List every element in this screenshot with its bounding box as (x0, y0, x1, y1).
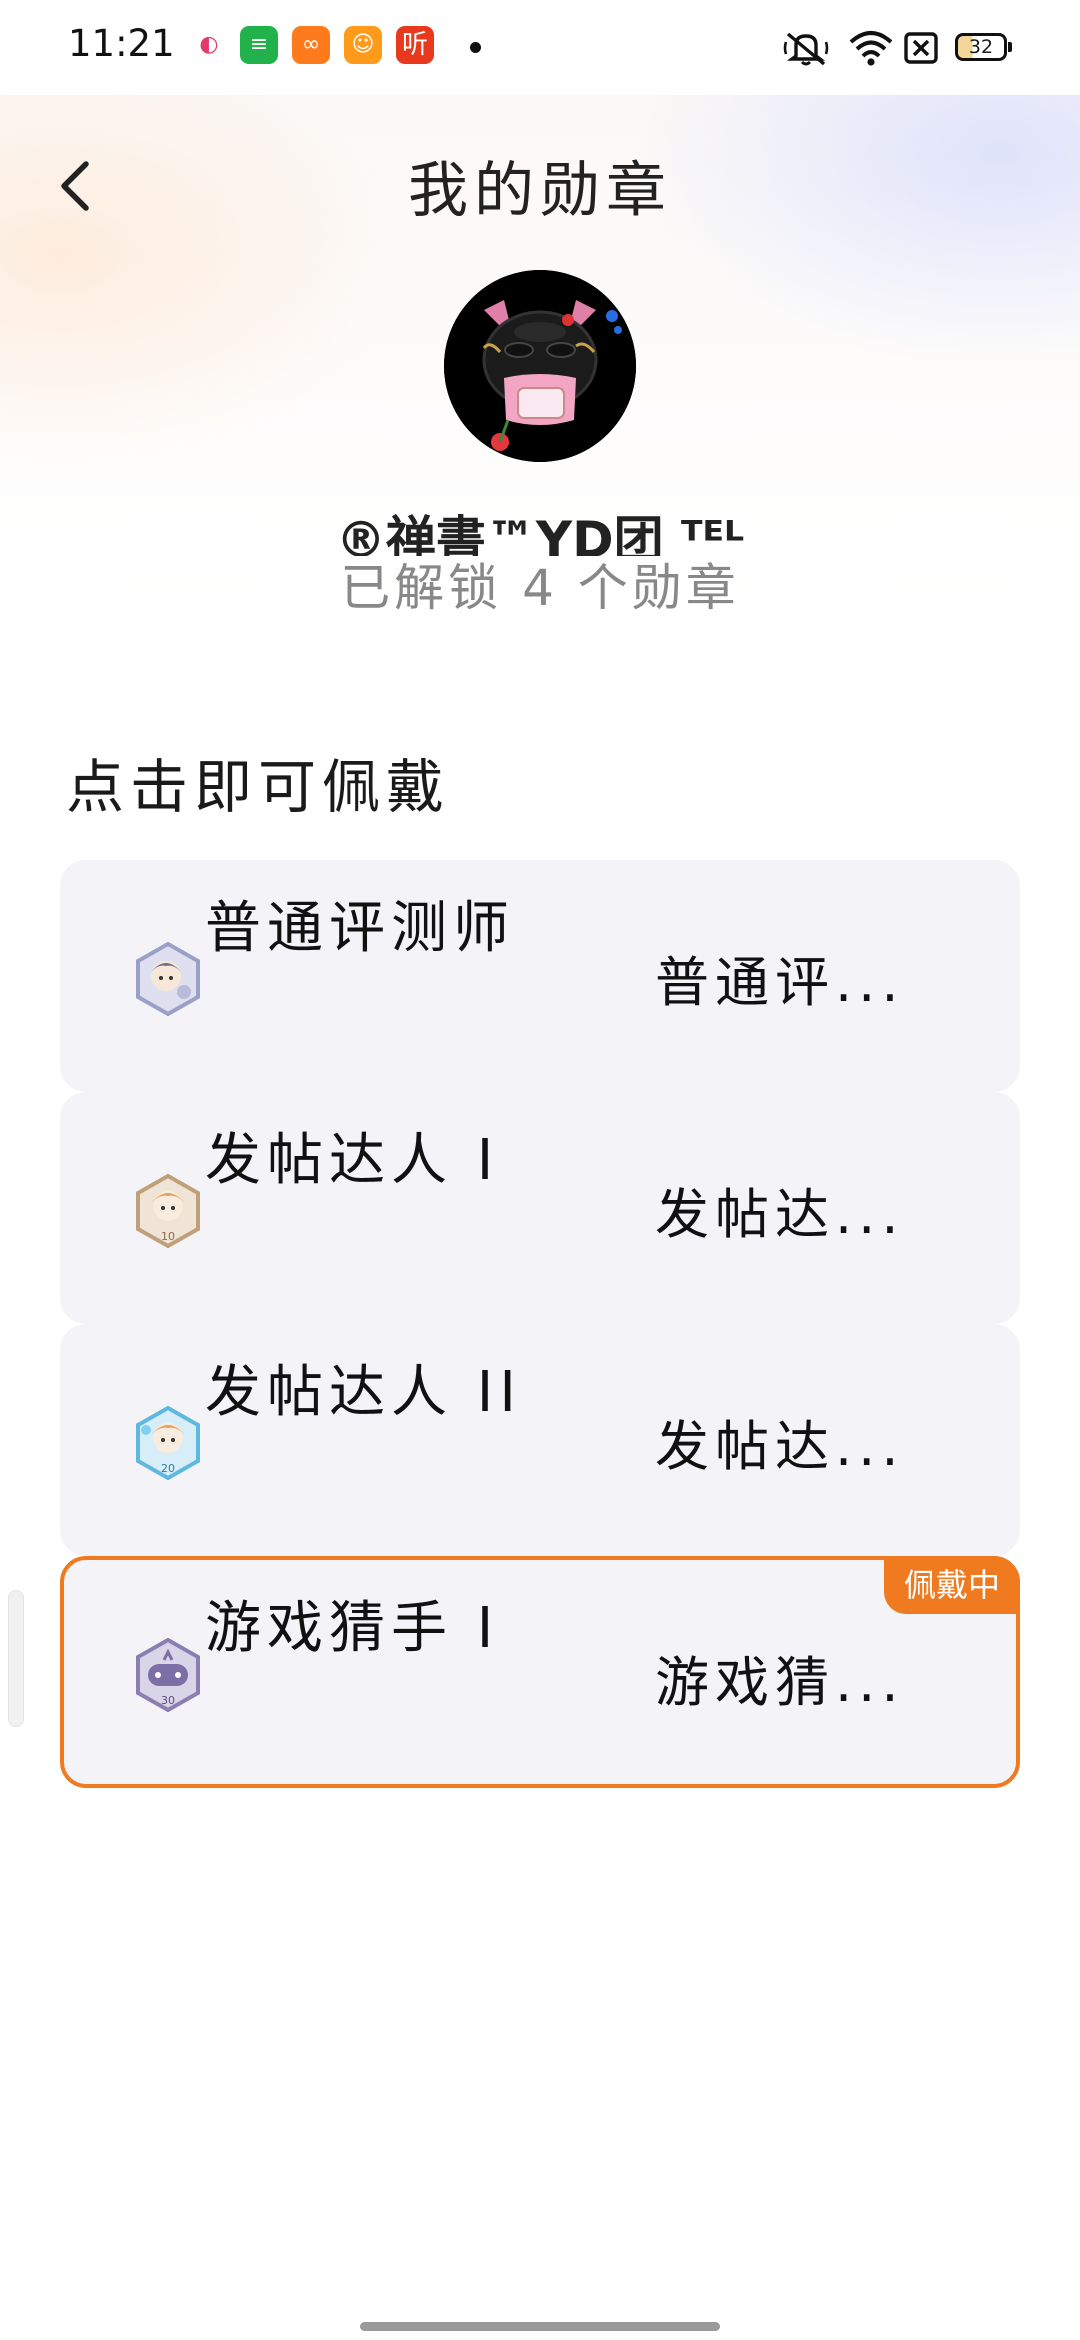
battery-icon: 32 (955, 33, 1012, 61)
avatar-image (444, 270, 636, 462)
badge-name: 游戏猜手 I (205, 1596, 500, 1661)
status-time: 11:21 (68, 22, 175, 65)
badge-card-game-guesser[interactable]: 30 游戏猜手 I 游戏猜... 佩戴中 (60, 1556, 1020, 1788)
poster-2-badge-icon: 20 (136, 1406, 200, 1480)
game-guesser-badge-icon: 30 (136, 1638, 200, 1712)
unlock-count: 已解锁 4 个勋章 (340, 559, 740, 617)
qq-app-icon: ◐ (190, 26, 228, 64)
wearing-status-badge: 佩戴中 (884, 1556, 1020, 1614)
section-title: 点击即可佩戴 (66, 753, 451, 821)
badge-description: 游戏猜... (655, 1651, 905, 1714)
badge-name: 发帖达人 II (205, 1360, 522, 1425)
badge-name: 发帖达人 I (205, 1128, 500, 1193)
reviewer-badge-icon (136, 942, 200, 1016)
video-app-icon: ∞ (292, 26, 330, 64)
more-notifications-dot-icon (470, 42, 481, 53)
badge-description: 普通评... (655, 951, 905, 1014)
sim-disabled-icon (904, 32, 938, 64)
badge-level-label: 20 (161, 1462, 175, 1475)
wifi-icon (849, 31, 893, 66)
badge-level-label: 30 (161, 1694, 175, 1707)
badge-card-poster-1[interactable]: 10 发帖达人 I 发帖达... (60, 1092, 1020, 1324)
wechat-mini-app-icon: ≡ (240, 26, 278, 64)
mute-bell-icon (783, 32, 829, 66)
badge-card-reviewer[interactable]: 普通评测师 普通评... (60, 860, 1020, 1092)
badge-card-poster-2[interactable]: 20 发帖达人 II 发帖达... (60, 1324, 1020, 1556)
badge-level-label: 10 (161, 1230, 175, 1243)
avatar[interactable] (444, 270, 636, 462)
badge-name: 普通评测师 (205, 896, 515, 961)
page-title: 我的勋章 (408, 156, 672, 226)
game-app-icon: ☺ (344, 26, 382, 64)
poster-1-badge-icon: 10 (136, 1174, 200, 1248)
badge-description: 发帖达... (655, 1415, 905, 1478)
status-bar: 11:21 ◐ ≡ ∞ ☺ 听 32 (0, 0, 1080, 95)
home-indicator[interactable] (360, 2322, 720, 2331)
badge-description: 发帖达... (655, 1183, 905, 1246)
listen-app-icon: 听 (396, 26, 434, 64)
side-scroll-handle[interactable] (8, 1590, 24, 1727)
